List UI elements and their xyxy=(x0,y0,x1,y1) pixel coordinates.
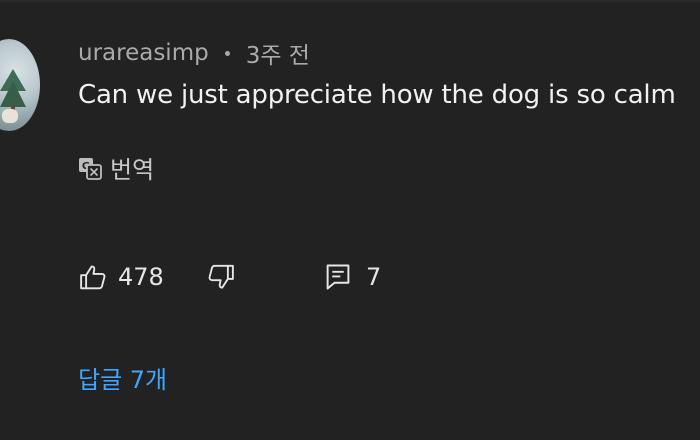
view-replies-link[interactable]: 답글 7개 xyxy=(78,360,167,395)
comment-header: urareasimp 3주 전 xyxy=(78,36,310,70)
thumbs-up-icon xyxy=(80,265,106,290)
comment-actions: 478 7 xyxy=(78,260,678,294)
avatar[interactable] xyxy=(0,39,40,131)
reply-button[interactable]: 7 xyxy=(324,260,381,294)
avatar-figure xyxy=(2,109,18,123)
translate-button[interactable]: G 번역 xyxy=(78,150,154,185)
comment-icon xyxy=(326,264,350,290)
author-name[interactable]: urareasimp xyxy=(78,40,209,66)
separator-dot xyxy=(224,50,230,56)
like-button[interactable]: 478 xyxy=(78,260,164,294)
like-count: 478 xyxy=(118,263,164,291)
thumbs-down-icon xyxy=(208,264,234,289)
translate-label: 번역 xyxy=(110,156,155,184)
comment-time[interactable]: 3주 전 xyxy=(246,36,310,70)
reply-count: 7 xyxy=(366,263,382,291)
translate-icon: G xyxy=(79,157,102,180)
comment-text: Can we just appreciate how the dog is so… xyxy=(78,80,676,110)
comment-thread: urareasimp 3주 전 Can we just appreciate h… xyxy=(0,0,700,440)
dislike-button[interactable] xyxy=(206,260,236,294)
